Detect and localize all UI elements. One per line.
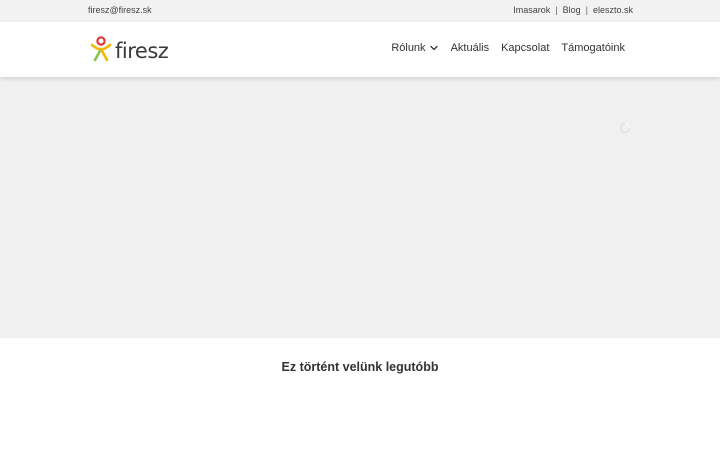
main-header: firesz Rólunk Aktuális Kapcsolat Támogat… — [0, 22, 720, 77]
logo-figure-icon — [90, 36, 112, 62]
chevron-down-icon — [429, 45, 438, 51]
top-link-imasarok[interactable]: Imasarok — [513, 5, 550, 15]
nav-label: Rólunk — [391, 42, 426, 54]
hero-slider[interactable] — [0, 77, 720, 338]
nav-item-aktualis[interactable]: Aktuális — [451, 42, 490, 54]
email-link[interactable]: firesz@firesz.sk — [88, 5, 152, 15]
separator: | — [585, 5, 588, 15]
top-bar: firesz@firesz.sk Imasarok | Blog | elesz… — [0, 0, 720, 22]
top-link-eleszto[interactable]: eleszto.sk — [593, 5, 633, 15]
nav-label: Támogatóink — [561, 42, 625, 54]
loading-spinner-icon — [619, 122, 631, 134]
separator: | — [555, 5, 558, 15]
nav-item-tamogatoink[interactable]: Támogatóink — [561, 42, 625, 54]
logo-text: firesz — [115, 39, 169, 63]
nav-item-kapcsolat[interactable]: Kapcsolat — [501, 42, 549, 54]
main-nav: Rólunk Aktuális Kapcsolat Támogatóink — [391, 42, 625, 54]
section-title: Ez történt velünk legutóbb — [281, 360, 439, 374]
nav-label: Kapcsolat — [501, 42, 550, 54]
logo-link[interactable]: firesz — [90, 36, 169, 63]
nav-label: Aktuális — [450, 42, 490, 54]
top-links: Imasarok | Blog | eleszto.sk — [513, 5, 633, 15]
nav-item-rolunk[interactable]: Rólunk — [391, 42, 438, 54]
top-link-blog[interactable]: Blog — [563, 5, 581, 15]
